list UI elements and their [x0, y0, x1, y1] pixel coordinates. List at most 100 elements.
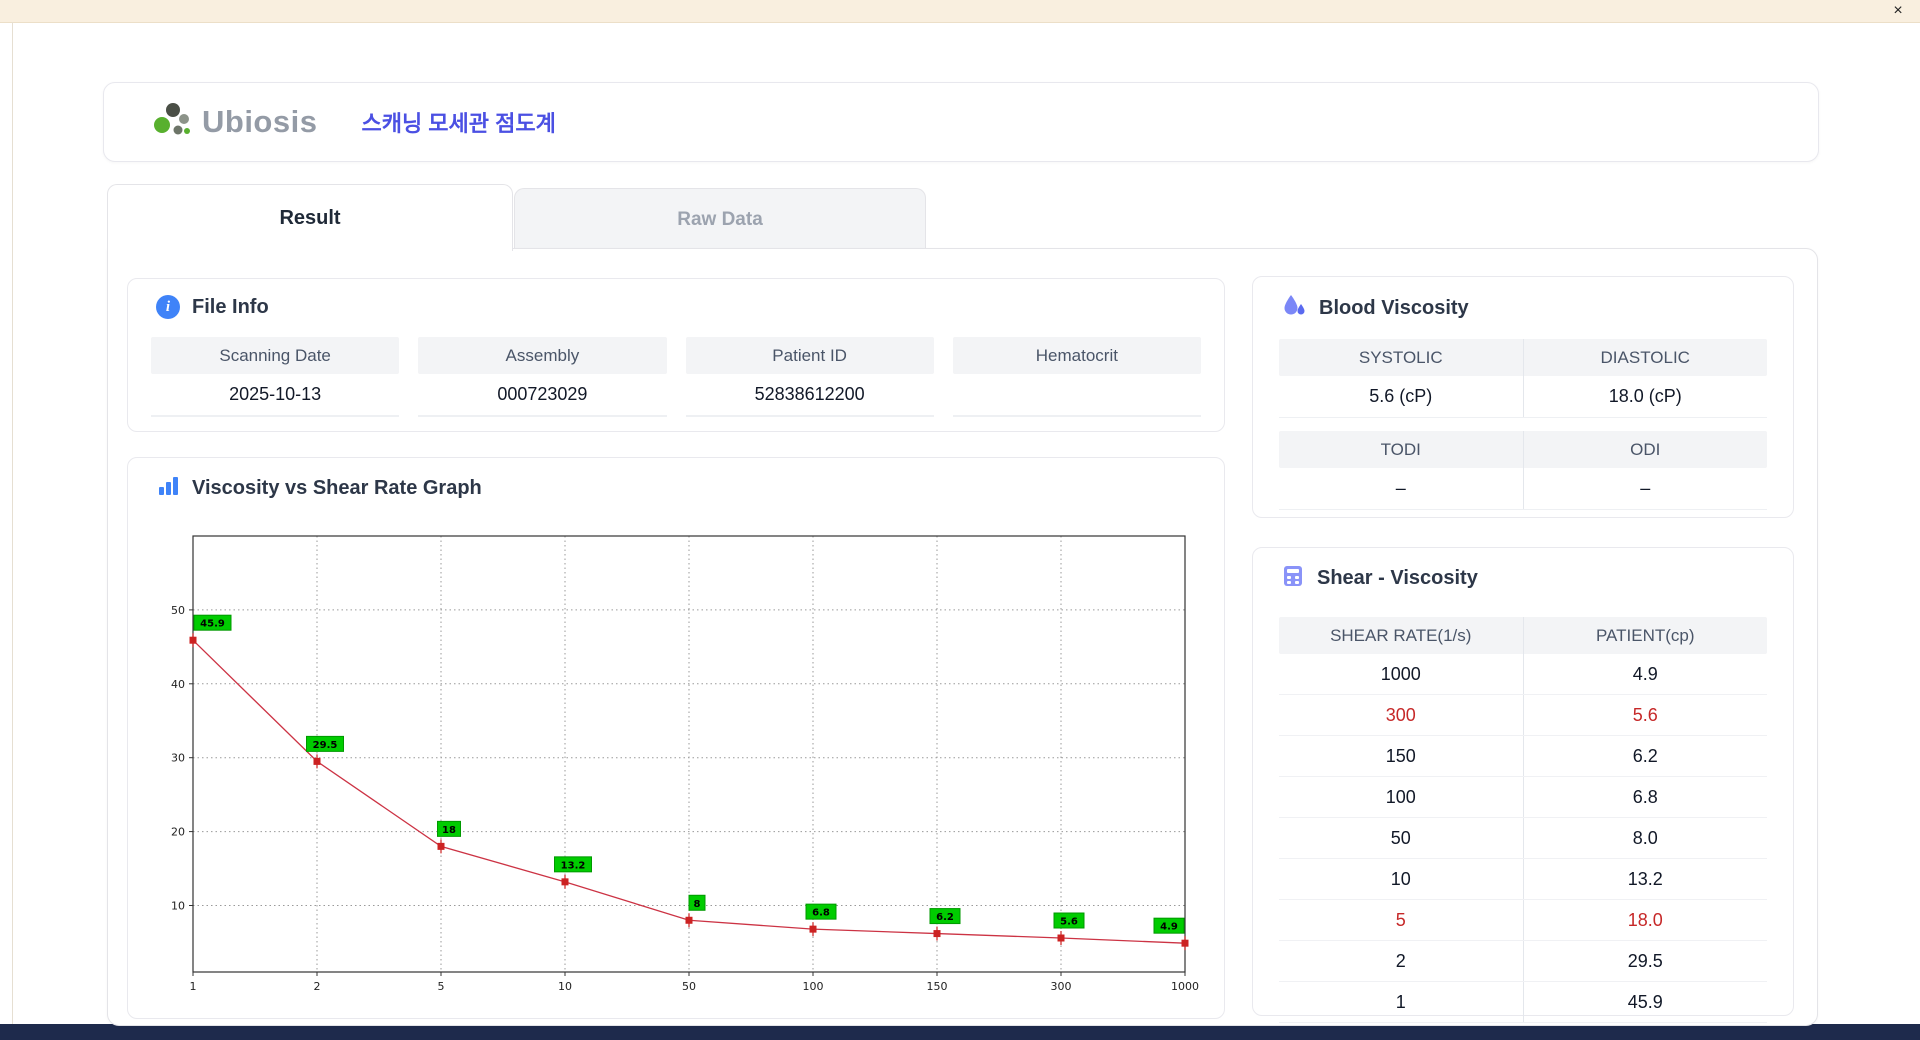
page-title: 스캐닝 모세관 점도계	[361, 111, 556, 136]
patient-viscosity-cell: 4.9	[1522, 654, 1768, 694]
patient-viscosity-cell: 6.2	[1522, 736, 1768, 776]
field-value	[952, 374, 1201, 417]
blood-viscosity-title: Blood Viscosity	[1319, 297, 1469, 319]
blood-viscosity-card: Blood Viscosity SYSTOLIC DIASTOLIC 5.6 (…	[1252, 276, 1794, 518]
logo-text: Ubiosis	[202, 104, 318, 139]
todi-header: TODI	[1380, 439, 1421, 459]
patient-viscosity-cell: 45.9	[1522, 982, 1768, 1022]
graph-header: Viscosity vs Shear Rate Graph	[156, 474, 482, 503]
field-label: Scanning Date	[151, 337, 400, 374]
shear-table-row: 5 18.0	[1279, 900, 1767, 941]
patient-column-header: PATIENT(cp)	[1522, 617, 1768, 654]
field-label: Hematocrit	[952, 337, 1201, 374]
svg-text:6.2: 6.2	[936, 912, 954, 923]
shear-rate-column-header: SHEAR RATE(1/s)	[1330, 625, 1472, 645]
close-icon[interactable]: ×	[1888, 1, 1908, 21]
file-info-header: i File Info	[156, 295, 269, 319]
todi-odi-value-row: – –	[1279, 468, 1767, 510]
droplet-icon	[1281, 293, 1307, 324]
bottom-navy-bar	[0, 1024, 1920, 1040]
svg-text:13.2: 13.2	[561, 860, 586, 871]
patient-viscosity-cell: 8.0	[1522, 818, 1768, 858]
field-assembly: Assembly 000723029	[418, 337, 667, 417]
tab-result[interactable]: Result	[107, 184, 513, 251]
svg-text:18: 18	[442, 825, 456, 836]
shear-table-row: 300 5.6	[1279, 695, 1767, 736]
shear-rate-cell: 5	[1395, 909, 1406, 930]
field-scanning-date: Scanning Date 2025-10-13	[151, 337, 400, 417]
file-info-title: File Info	[192, 295, 269, 318]
odi-value: –	[1522, 468, 1768, 509]
patient-viscosity-cell: 5.6	[1522, 695, 1768, 735]
shear-rate-cell: 1	[1395, 991, 1406, 1012]
svg-text:100: 100	[803, 980, 824, 993]
shear-rate-cell: 100	[1385, 786, 1416, 807]
shear-viscosity-table: SHEAR RATE(1/s) PATIENT(cp) 1000 4.9 300 5.…	[1279, 617, 1767, 1023]
svg-text:150: 150	[927, 980, 948, 993]
patient-viscosity-cell: 29.5	[1522, 941, 1768, 981]
shear-table-row: 100 6.8	[1279, 777, 1767, 818]
blood-viscosity-value-row: 5.6 (cP) 18.0 (cP)	[1279, 376, 1767, 418]
svg-text:5: 5	[438, 980, 445, 993]
svg-text:20: 20	[171, 826, 185, 839]
svg-text:4.9: 4.9	[1160, 922, 1178, 933]
window-left-border	[12, 22, 13, 1024]
shear-rate-cell: 1000	[1380, 663, 1421, 684]
svg-text:40: 40	[171, 678, 185, 691]
app-window: × Ubiosis 스캐닝 모세관 점도계 Result Raw Data i …	[0, 0, 1920, 1040]
shear-rate-cell: 300	[1385, 704, 1416, 725]
blood-viscosity-header: Blood Viscosity	[1281, 293, 1469, 324]
tab-raw-data-label: Raw Data	[677, 208, 763, 230]
tab-raw-data[interactable]: Raw Data	[514, 188, 926, 250]
shear-viscosity-title: Shear - Viscosity	[1317, 567, 1478, 589]
shear-rate-cell: 150	[1385, 745, 1416, 766]
shear-table-header-row: SHEAR RATE(1/s) PATIENT(cp)	[1279, 617, 1767, 654]
header-card: Ubiosis 스캐닝 모세관 점도계	[103, 82, 1819, 162]
patient-viscosity-cell: 18.0	[1522, 900, 1768, 940]
svg-text:6.8: 6.8	[812, 908, 830, 919]
shear-table-row: 1000 4.9	[1279, 654, 1767, 695]
svg-text:1000: 1000	[1171, 980, 1199, 993]
shear-viscosity-card: Shear - Viscosity SHEAR RATE(1/s) PATIEN…	[1252, 547, 1794, 1023]
field-label: Assembly	[418, 337, 667, 374]
svg-text:10: 10	[171, 899, 185, 912]
odi-header: ODI	[1522, 431, 1768, 468]
svg-text:8: 8	[694, 899, 701, 910]
field-value: 000723029	[418, 374, 667, 417]
field-value: 2025-10-13	[151, 374, 400, 417]
viscosity-shear-chart: 10 20 30 40 50 1 2 5 10 50 100 150 300 1000 45.9 29.5 18…	[146, 526, 1206, 1004]
svg-text:50: 50	[682, 980, 696, 993]
shear-rate-cell: 50	[1390, 827, 1411, 848]
todi-odi-header-row: TODI ODI	[1279, 431, 1767, 468]
ubiosis-logo-icon	[150, 98, 194, 147]
shear-table-row: 10 13.2	[1279, 859, 1767, 900]
patient-viscosity-cell: 6.8	[1522, 777, 1768, 817]
svg-text:300: 300	[1051, 980, 1072, 993]
calculator-icon	[1281, 564, 1305, 593]
viscosity-graph-card: Viscosity vs Shear Rate Graph 10 20 30 40 50…	[127, 457, 1225, 1019]
shear-table-row: 2 29.5	[1279, 941, 1767, 982]
shear-table-row: 50 8.0	[1279, 818, 1767, 859]
field-hematocrit: Hematocrit	[952, 337, 1201, 417]
systolic-value: 5.6 (cP)	[1369, 386, 1433, 406]
shear-rate-cell: 10	[1390, 868, 1411, 889]
blood-viscosity-table: SYSTOLIC DIASTOLIC 5.6 (cP) 18.0 (cP) TO…	[1279, 339, 1767, 510]
shear-table-body: 1000 4.9 300 5.6 150 6.2 100 6.8 50 8.0 10 13.2 5 18.…	[1279, 654, 1767, 1023]
svg-text:30: 30	[171, 752, 185, 765]
field-patient-id: Patient ID 52838612200	[685, 337, 934, 417]
patient-viscosity-cell: 13.2	[1522, 859, 1768, 899]
diastolic-header: DIASTOLIC	[1522, 339, 1768, 376]
shear-table-row: 150 6.2	[1279, 736, 1767, 777]
file-info-card: i File Info Scanning Date 2025-10-13 Ass…	[127, 278, 1225, 432]
svg-text:5.6: 5.6	[1060, 917, 1078, 928]
tab-result-label: Result	[279, 206, 341, 229]
graph-title: Viscosity vs Shear Rate Graph	[192, 477, 482, 499]
systolic-header: SYSTOLIC	[1358, 347, 1443, 367]
todi-value: –	[1395, 478, 1406, 498]
shear-viscosity-header: Shear - Viscosity	[1281, 564, 1478, 593]
file-info-fields: Scanning Date 2025-10-13 Assembly 000723…	[151, 337, 1201, 417]
bar-chart-icon	[156, 474, 180, 503]
field-label: Patient ID	[685, 337, 934, 374]
shear-table-row: 1 45.9	[1279, 982, 1767, 1023]
field-value: 52838612200	[685, 374, 934, 417]
